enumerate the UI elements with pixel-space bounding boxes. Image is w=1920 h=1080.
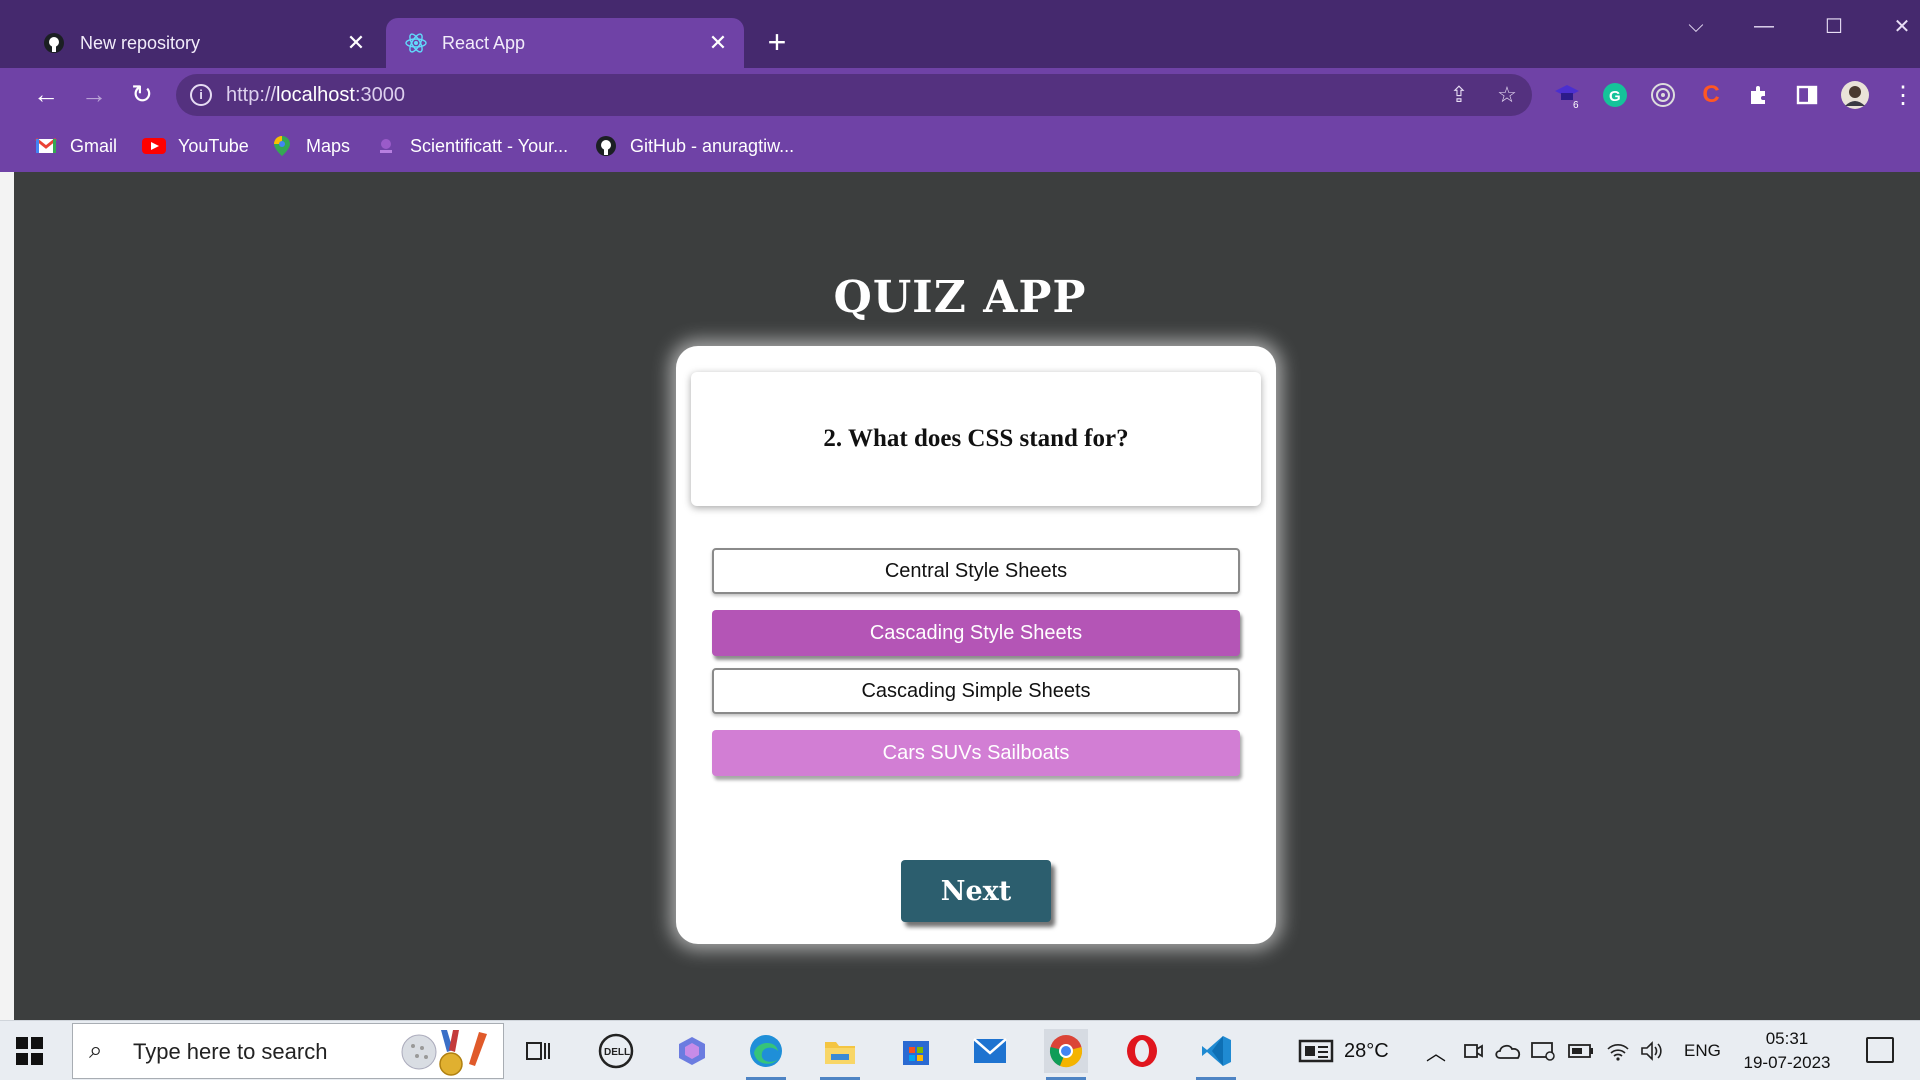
side-panel-icon[interactable] [1792, 80, 1822, 110]
bookmark-gmail[interactable]: Gmail [34, 132, 117, 160]
tab-search-icon[interactable]: ⌵ [1668, 8, 1724, 44]
back-arrow-icon[interactable]: ← [28, 76, 64, 112]
answer-option-3[interactable]: Cascading Simple Sheets [712, 668, 1240, 714]
github-icon [594, 135, 618, 157]
onedrive-icon[interactable] [1494, 1021, 1522, 1080]
weather-widget[interactable]: 28°C [1298, 1021, 1389, 1080]
target-extension-icon[interactable] [1648, 80, 1678, 110]
wifi-icon[interactable] [1606, 1021, 1630, 1080]
volume-icon[interactable] [1640, 1021, 1664, 1080]
browser-titlebar: New repository ✕ React App ✕ + ⌵ — ☐ ✕ [0, 0, 1920, 68]
svg-text:G: G [1609, 88, 1621, 105]
bookmark-github[interactable]: GitHub - anuragtiw... [594, 132, 794, 160]
svg-text:DELL: DELL [604, 1047, 630, 1058]
profile-avatar[interactable] [1840, 80, 1870, 110]
next-button[interactable]: Next [901, 860, 1051, 922]
search-icon: ⌕ [89, 1037, 103, 1064]
tab-title: New repository [80, 32, 201, 53]
question-text: 2. What does CSS stand for? [823, 425, 1129, 452]
bookmark-scientificatt[interactable]: Scientificatt - Your... [374, 132, 568, 160]
microsoft-store-icon[interactable] [894, 1029, 938, 1073]
search-highlight-icon [401, 1030, 487, 1076]
opera-icon[interactable] [1120, 1029, 1164, 1073]
share-icon[interactable]: ⇪ [1446, 82, 1472, 108]
browser-menu-icon[interactable]: ⋮ [1888, 80, 1918, 110]
bookmark-label: YouTube [178, 135, 249, 156]
edge-icon[interactable] [744, 1029, 788, 1080]
show-hidden-icons-chevron-icon[interactable]: ︿ [1426, 1021, 1446, 1080]
system-clock[interactable]: 05:31 19-07-2023 [1732, 1027, 1842, 1075]
windows-taskbar: ⌕ Type here to search DELL 28°C ︿ ENG 05… [0, 1020, 1920, 1080]
browser-toolbar: ← → ↻ i http://localhost:3000 ⇪ ☆ [0, 68, 1920, 120]
bookmark-label: Scientificatt - Your... [410, 135, 569, 156]
react-icon [404, 31, 428, 55]
search-placeholder: Type here to search [133, 1039, 328, 1064]
chrome-icon[interactable] [1044, 1029, 1088, 1080]
clock-date: 19-07-2023 [1743, 1053, 1831, 1072]
clock-time: 05:31 [1765, 1029, 1809, 1048]
address-url[interactable]: http://localhost:3000 [226, 84, 405, 107]
tray-meet-icon[interactable] [1462, 1021, 1484, 1080]
svg-text:6: 6 [1573, 100, 1579, 109]
page-title: QUIZ APP [833, 272, 1087, 323]
answer-option-4[interactable]: Cars SUVs Sailboats [712, 730, 1240, 776]
extension-graduation-icon[interactable]: 6 [1552, 80, 1582, 110]
coding-extension-icon[interactable]: C [1696, 80, 1726, 110]
notifications-icon[interactable] [1866, 1037, 1894, 1063]
weather-temperature: 28°C [1344, 1039, 1389, 1062]
news-weather-icon [1298, 1039, 1334, 1063]
bookmark-star-icon[interactable]: ☆ [1494, 82, 1520, 108]
maps-icon [270, 135, 294, 157]
close-tab-icon[interactable]: ✕ [706, 30, 730, 55]
language-indicator[interactable]: ENG [1684, 1021, 1721, 1080]
maximize-button[interactable]: ☐ [1806, 8, 1862, 44]
tab-new-repository[interactable]: New repository ✕ [24, 18, 382, 68]
youtube-icon [142, 135, 166, 157]
scientificatt-icon [374, 135, 398, 157]
bookmark-label: GitHub - anuragtiw... [630, 135, 795, 156]
bookmarks-bar: Gmail YouTube Maps Scientificatt - Your.… [0, 120, 1920, 172]
taskbar-search-box[interactable]: ⌕ Type here to search [72, 1023, 504, 1079]
forward-arrow-icon[interactable]: → [76, 76, 112, 112]
bookmark-label: Maps [306, 135, 351, 156]
copilot-icon[interactable] [670, 1029, 714, 1073]
reload-icon[interactable]: ↻ [124, 76, 160, 112]
new-tab-button[interactable]: + [760, 26, 794, 60]
answer-option-2[interactable]: Cascading Style Sheets [712, 610, 1240, 656]
minimize-button[interactable]: — [1736, 8, 1792, 44]
file-explorer-icon[interactable] [818, 1029, 862, 1080]
close-window-button[interactable]: ✕ [1874, 8, 1920, 44]
quiz-card: 2. What does CSS stand for? Central Styl… [676, 346, 1276, 944]
dell-icon[interactable]: DELL [594, 1029, 638, 1073]
close-tab-icon[interactable]: ✕ [344, 30, 368, 55]
battery-icon[interactable] [1568, 1021, 1594, 1080]
vscode-icon[interactable] [1194, 1029, 1238, 1080]
tab-title: React App [442, 32, 526, 53]
question-box: 2. What does CSS stand for? [691, 372, 1261, 506]
bookmark-youtube[interactable]: YouTube [142, 132, 249, 160]
grammarly-icon[interactable]: G [1600, 80, 1630, 110]
gmail-icon [34, 135, 58, 157]
extensions-puzzle-icon[interactable] [1744, 80, 1774, 110]
bookmark-label: Gmail [70, 135, 118, 156]
tray-display-icon[interactable] [1530, 1021, 1556, 1080]
task-view-icon[interactable] [516, 1029, 560, 1073]
answer-option-1[interactable]: Central Style Sheets [712, 548, 1240, 594]
address-bar[interactable]: i http://localhost:3000 ⇪ ☆ [176, 74, 1532, 116]
tab-react-app[interactable]: React App ✕ [386, 18, 744, 68]
github-icon [42, 31, 66, 55]
bookmark-maps[interactable]: Maps [270, 132, 350, 160]
mail-icon[interactable] [968, 1029, 1012, 1073]
site-info-icon[interactable]: i [190, 84, 212, 106]
windows-start-icon[interactable] [16, 1037, 44, 1065]
